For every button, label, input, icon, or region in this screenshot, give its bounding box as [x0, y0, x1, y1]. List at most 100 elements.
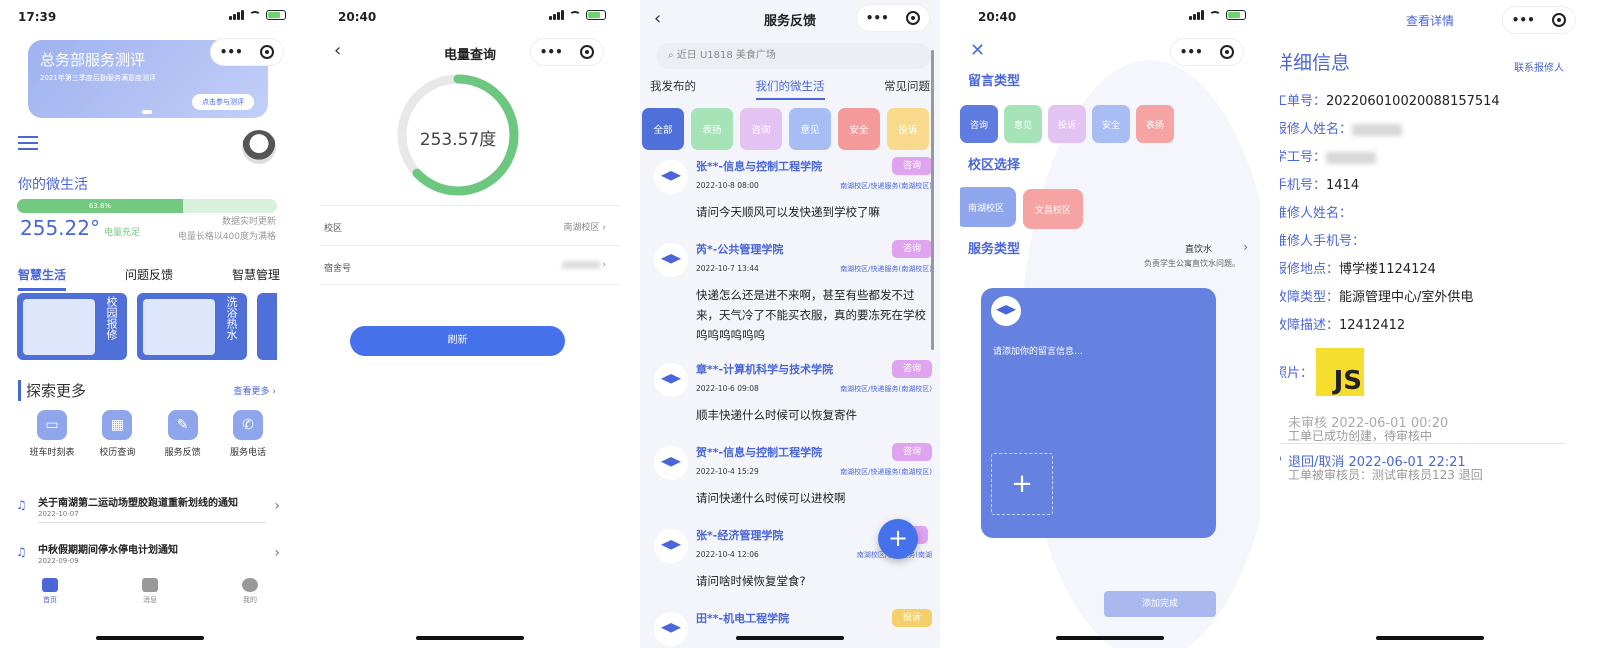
quick-calendar[interactable]: ▦ 校历查询 [87, 410, 147, 458]
card-partial[interactable] [257, 293, 277, 360]
see-more-link[interactable]: 查看更多 › [234, 384, 276, 397]
mini-program-capsule[interactable]: ••• [856, 4, 930, 32]
more-icon[interactable]: ••• [866, 11, 889, 25]
search-input[interactable]: ⌕ 近日 U1818 美食广场 [656, 43, 931, 69]
more-icon[interactable]: ••• [220, 45, 243, 59]
message-textarea[interactable]: 请添加你的留言信息... [993, 344, 1083, 357]
tab-smart-life[interactable]: 智慧生活 [18, 266, 67, 291]
home-icon [42, 578, 58, 592]
campus-wenchang[interactable]: 文昌校区 [1023, 189, 1083, 229]
chip-4[interactable]: 安全 [838, 108, 880, 150]
tab-feedback[interactable]: 问题反馈 [125, 266, 173, 291]
chip-1[interactable]: 表扬 [691, 108, 733, 150]
post-author[interactable]: 芮*-公共管理学院 [696, 241, 783, 257]
campus-nanhu[interactable]: 南湖校区 [960, 187, 1016, 227]
card-hot-water[interactable]: 洗浴热水 [137, 293, 247, 360]
card-label: 洗浴热水 [225, 296, 238, 340]
chip-3[interactable]: 意见 [789, 108, 831, 150]
post-author[interactable]: 田**-机电工程学院 [696, 610, 789, 626]
type-chip-2[interactable]: 投诉 [1048, 105, 1086, 143]
divider [1280, 443, 1566, 444]
add-message-screen: 20:40 ✕ ••• 留言类型 咨询 意见 投诉 安全 表扬 校区选择 南湖校区 文昌… [960, 0, 1260, 648]
scrollbar[interactable] [931, 50, 934, 350]
quick-label: 校历查询 [99, 448, 136, 458]
tab-my-posts[interactable]: 我发布的 [650, 78, 696, 100]
field-value: 12412412 [1339, 318, 1406, 333]
type-chip-3[interactable]: 安全 [1092, 105, 1130, 143]
post-author[interactable]: 贺**-信息与控制工程学院 [696, 444, 822, 460]
add-image-button[interactable]: + [991, 453, 1053, 515]
mini-program-capsule[interactable]: ••• [210, 38, 284, 66]
mini-program-capsule[interactable]: ••• [530, 38, 604, 66]
service-type-value[interactable]: 直饮水 [1185, 242, 1212, 255]
dorm-row[interactable]: 宿舍号 › [320, 245, 620, 285]
signal-icon [1189, 10, 1204, 20]
post-author[interactable]: 张*-经济管理学院 [696, 527, 783, 543]
chip-5[interactable]: 投诉 [887, 108, 929, 150]
banner-title: 总务部服务测评 [40, 51, 146, 69]
close-target-icon[interactable] [1552, 13, 1567, 27]
close-target-icon[interactable] [906, 11, 921, 25]
field-key: 报修人姓名： [1280, 122, 1353, 137]
refresh-button[interactable]: 刷新 [350, 326, 565, 356]
detail-field: 故障描述：12412412 [1280, 314, 1405, 333]
menu-icon[interactable] [18, 136, 38, 150]
type-chip-4[interactable]: 表扬 [1136, 105, 1174, 143]
wifi-icon [249, 10, 261, 20]
tab-smart-manage[interactable]: 智慧管理 [232, 266, 280, 291]
attached-photo[interactable]: JS [1316, 348, 1364, 396]
close-target-icon[interactable] [260, 45, 275, 59]
post-author[interactable]: 章**-计算机科学与技术学院 [696, 361, 833, 377]
bell-icon: ♫ [16, 545, 27, 559]
home-indicator [96, 636, 204, 640]
calendar-icon: ▦ [102, 410, 133, 440]
close-target-icon[interactable] [1220, 45, 1235, 59]
tabbar-home[interactable]: 首页 [20, 578, 80, 605]
more-icon[interactable]: ••• [1180, 45, 1203, 59]
detail-field: 维修人手机号： [1280, 230, 1365, 249]
quick-links: ▭ 班车时刻表 ▦ 校历查询 ✎ 服务反馈 ✆ 服务电话 [22, 410, 278, 458]
avatar[interactable] [242, 130, 276, 164]
campus-row[interactable]: 校区 南湖校区 › [320, 205, 620, 245]
card-campus-repair[interactable]: 校园报修 [17, 293, 127, 360]
tab-faq[interactable]: 常见问题 [884, 78, 930, 100]
post-body: 顺丰快递什么时候可以恢复寄件 [696, 408, 857, 422]
close-icon[interactable]: ✕ [970, 40, 985, 61]
phone-icon: ✆ [232, 410, 263, 440]
notice-item[interactable]: ♫ 关于南湖第二运动场塑胶跑道重新划线的通知 2022-10-07 › [0, 494, 300, 534]
notice-item[interactable]: ♫ 中秋假期期间停水停电计划通知 2022-09-09 › [0, 541, 300, 575]
power-progress-bar: 63.8% [17, 199, 277, 213]
chip-0[interactable]: 全部 [642, 108, 684, 150]
graduation-cap-icon [991, 296, 1021, 326]
close-target-icon[interactable] [580, 45, 595, 59]
message-card: 请添加你的留言信息... + [981, 288, 1216, 538]
type-chip-0[interactable]: 咨询 [960, 105, 998, 143]
divider [38, 522, 266, 523]
bus-icon: ▭ [37, 410, 67, 440]
quick-phone[interactable]: ✆ 服务电话 [218, 410, 278, 458]
home-indicator [1056, 636, 1164, 640]
chip-2[interactable]: 咨询 [740, 108, 782, 150]
tabbar-me[interactable]: 我的 [220, 578, 280, 605]
quick-bus[interactable]: ▭ 班车时刻表 [22, 410, 82, 458]
quick-label: 服务反馈 [164, 448, 201, 458]
type-chip-1[interactable]: 意见 [1004, 105, 1042, 143]
mini-program-capsule[interactable]: ••• [1170, 38, 1244, 66]
submit-button[interactable]: 添加完成 [1104, 591, 1216, 617]
post-location: 南湖校区/快递服务(南湖校区) [840, 468, 932, 476]
quick-feedback[interactable]: ✎ 服务反馈 [153, 410, 213, 458]
timeline-sub: 工单被审核员：测试审核员123 退回 [1288, 468, 1483, 482]
chevron-right-icon[interactable]: › [1243, 240, 1248, 254]
banner-button[interactable]: 点击参与测评 [192, 94, 254, 110]
mini-program-capsule[interactable]: ••• [1502, 6, 1576, 34]
graduation-cap-icon [654, 243, 688, 277]
tabbar-messages[interactable]: 消息 [120, 578, 180, 605]
add-post-button[interactable]: + [878, 519, 918, 559]
tab-our-life[interactable]: 我们的微生活 [755, 78, 825, 100]
more-icon[interactable]: ••• [1512, 13, 1535, 27]
field-value: 1414 [1326, 178, 1360, 193]
post-author[interactable]: 张**-信息与控制工程学院 [696, 158, 822, 174]
detail-title: 详细信息 [1280, 52, 1351, 74]
more-icon[interactable]: ••• [540, 45, 563, 59]
contact-reporter-link[interactable]: 联系报修人 [1514, 59, 1564, 74]
